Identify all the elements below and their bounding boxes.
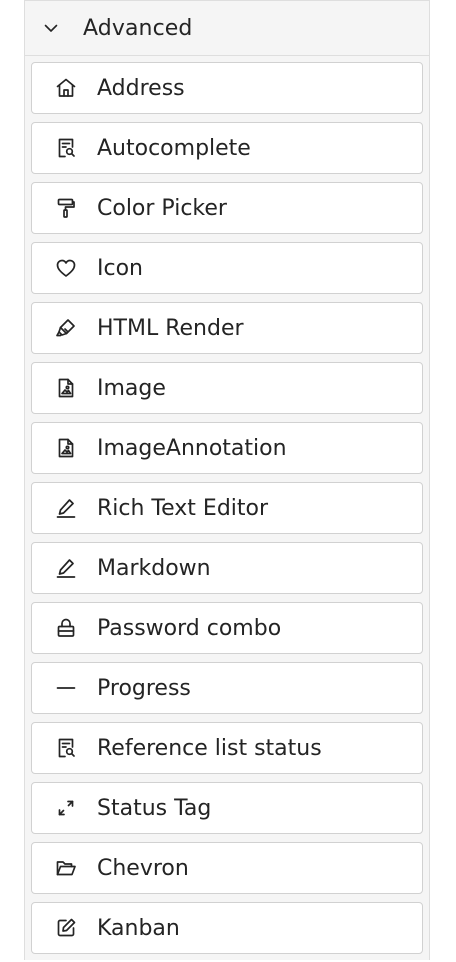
- component-list: Address Autocomplete Color Picker Icon H: [31, 62, 423, 962]
- component-item-label: Markdown: [97, 555, 211, 581]
- chevron-down-icon: [41, 18, 61, 38]
- component-item-address[interactable]: Address: [31, 62, 423, 114]
- home-icon: [53, 75, 79, 101]
- advanced-panel: Advanced Address Autocomplete Color Pick…: [24, 0, 430, 960]
- component-item-label: Autocomplete: [97, 135, 251, 161]
- component-item-label: HTML Render: [97, 315, 244, 341]
- component-item-icon[interactable]: Icon: [31, 242, 423, 294]
- component-item-label: Chevron: [97, 855, 189, 881]
- image-document-icon: [53, 375, 79, 401]
- pen-underline-icon: [53, 495, 79, 521]
- component-item-markdown[interactable]: Markdown: [31, 542, 423, 594]
- section-header-advanced[interactable]: Advanced: [25, 0, 429, 56]
- highlighter-icon: [53, 315, 79, 341]
- component-item-label: Status Tag: [97, 795, 212, 821]
- component-item-label: ImageAnnotation: [97, 435, 287, 461]
- component-item-kanban[interactable]: Kanban: [31, 902, 423, 954]
- component-item-label: Password combo: [97, 615, 282, 641]
- component-item-label: Image: [97, 375, 166, 401]
- component-item-rich-text-editor[interactable]: Rich Text Editor: [31, 482, 423, 534]
- component-item-password-combo[interactable]: Password combo: [31, 602, 423, 654]
- document-search-icon: [53, 135, 79, 161]
- component-item-progress[interactable]: Progress: [31, 662, 423, 714]
- component-item-label: Reference list status: [97, 735, 322, 761]
- component-item-label: Address: [97, 75, 185, 101]
- component-item-label: Progress: [97, 675, 191, 701]
- component-item-image[interactable]: Image: [31, 362, 423, 414]
- document-search-icon: [53, 735, 79, 761]
- component-item-chevron[interactable]: Chevron: [31, 842, 423, 894]
- pen-underline-icon: [53, 555, 79, 581]
- expand-arrows-icon: [53, 795, 79, 821]
- component-item-imageannotation[interactable]: ImageAnnotation: [31, 422, 423, 474]
- component-item-status-tag[interactable]: Status Tag: [31, 782, 423, 834]
- component-item-autocomplete[interactable]: Autocomplete: [31, 122, 423, 174]
- lock-icon: [53, 615, 79, 641]
- paint-roller-icon: [53, 195, 79, 221]
- folder-open-icon: [53, 855, 79, 881]
- component-item-reference-list-status[interactable]: Reference list status: [31, 722, 423, 774]
- component-item-label: Rich Text Editor: [97, 495, 269, 521]
- component-item-color-picker[interactable]: Color Picker: [31, 182, 423, 234]
- image-document-icon: [53, 435, 79, 461]
- line-icon: [53, 675, 79, 701]
- edit-square-icon: [53, 915, 79, 941]
- component-item-label: Color Picker: [97, 195, 227, 221]
- heart-icon: [53, 255, 79, 281]
- component-item-html-render[interactable]: HTML Render: [31, 302, 423, 354]
- component-item-label: Icon: [97, 255, 143, 281]
- component-item-label: Kanban: [97, 915, 180, 941]
- section-title: Advanced: [83, 15, 193, 41]
